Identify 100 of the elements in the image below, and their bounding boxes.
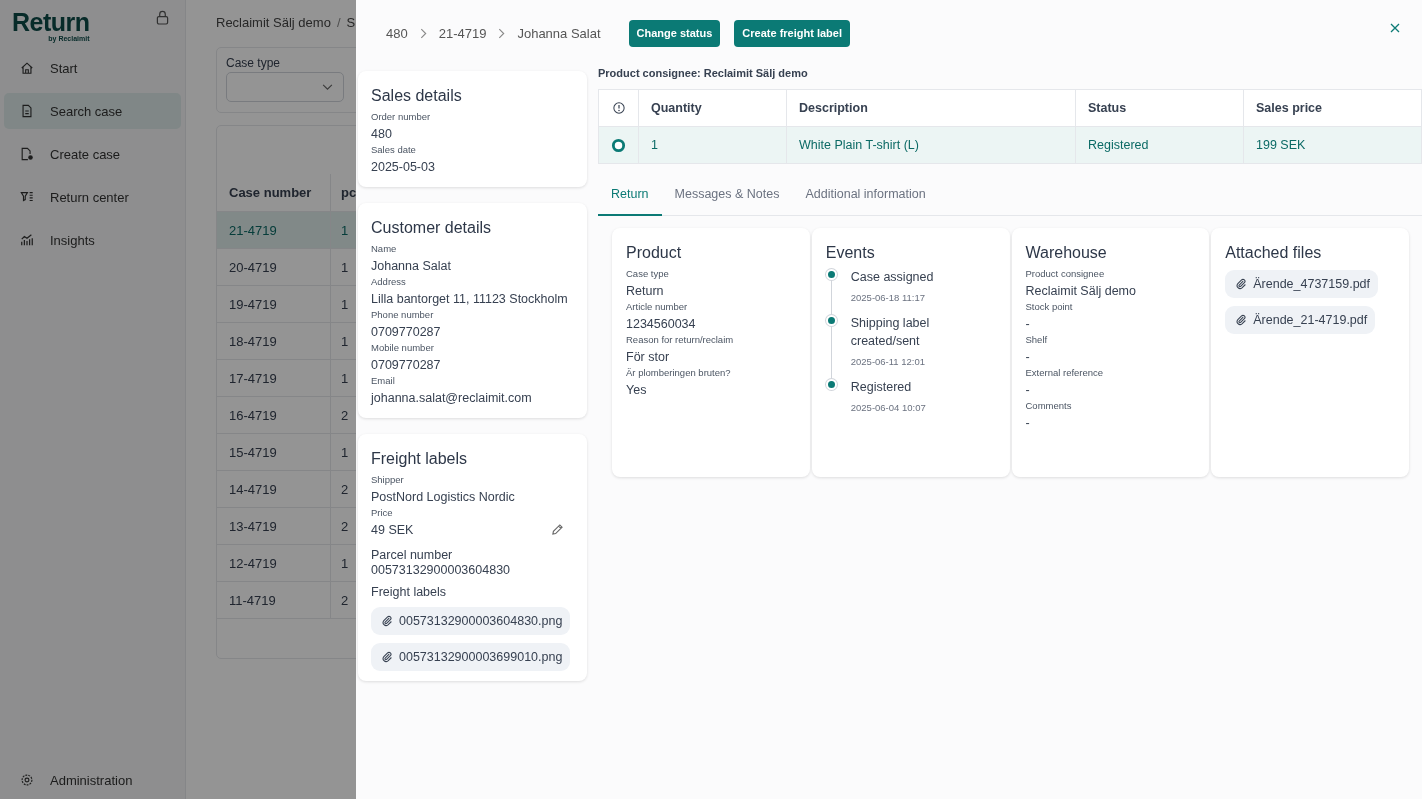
card-title: Product: [626, 244, 683, 262]
table-cell: 19-4719: [217, 286, 331, 322]
field-value: -: [1025, 350, 1031, 364]
table-cell: 17-4719: [217, 360, 331, 396]
field-value: För stor: [626, 350, 671, 364]
radio-button[interactable]: [611, 137, 626, 153]
file-chip[interactable]: 00573132900003604830.png: [371, 607, 571, 635]
event-title: Registered: [850, 379, 913, 396]
nav-item[interactable]: Insights: [4, 222, 181, 258]
field-label: Parcel number: [371, 548, 454, 562]
field-label: Comments: [1025, 400, 1073, 411]
table-cell-text: 2: [340, 517, 349, 536]
card-title: Sales details: [371, 87, 463, 105]
lock-icon[interactable]: [156, 10, 169, 25]
field-value: PostNord Logistics Nordic: [371, 490, 516, 504]
close-icon: [1390, 23, 1400, 33]
column-header: Description: [787, 90, 1076, 126]
info-icon: [612, 102, 625, 114]
breadcrumb-link[interactable]: 21-4719: [438, 25, 487, 41]
consignee-text: Product consignee: Reclaimit Sälj demo: [598, 67, 809, 79]
field-label: Product consignee: [1025, 268, 1106, 279]
field-label: Article number: [626, 301, 689, 312]
breadcrumb-link[interactable]: Johanna Salat: [517, 25, 601, 41]
table-cell-text: 1: [340, 332, 349, 351]
table-cell-text: 1: [340, 369, 349, 388]
settings-icon: [20, 773, 34, 787]
table-cell: 12-4719: [217, 545, 331, 581]
action-button[interactable]: Change status: [628, 19, 721, 47]
field-label: Sales date: [371, 144, 417, 155]
table-cell: 1: [639, 127, 787, 163]
event-time: 2025-06-11 12:01: [850, 356, 927, 367]
field-value: Yes: [626, 383, 648, 397]
nav-item[interactable]: Create case: [4, 136, 181, 172]
chart-icon: [20, 233, 34, 247]
paperclip-icon: [1235, 314, 1248, 326]
field-label: Name: [371, 243, 398, 254]
field-label: Shelf: [1025, 334, 1049, 345]
column-header: Case number: [217, 174, 331, 211]
field-value: johanna.salat@reclaimit.com: [371, 391, 533, 405]
card-title: Warehouse: [1025, 244, 1108, 262]
funnel-list-icon: [20, 190, 34, 204]
chevron-right-icon: [498, 27, 506, 39]
card-title: Events: [825, 244, 876, 262]
table-cell-text: 1: [340, 443, 349, 462]
table-cell-text: 1: [340, 258, 349, 277]
column-header: Sales price: [1255, 100, 1323, 117]
table-cell: Registered: [1076, 127, 1244, 163]
field-label: Phone number: [371, 309, 435, 320]
breadcrumb-link[interactable]: S: [346, 15, 356, 47]
file-chip[interactable]: 00573132900003699010.png: [371, 643, 571, 671]
paperclip-icon: [1235, 278, 1248, 290]
paperclip-icon: [381, 651, 393, 663]
field-value: -: [1025, 317, 1031, 331]
field-label: Case type: [226, 56, 282, 70]
table-cell-text: 1: [340, 295, 349, 314]
nav-item[interactable]: Administration: [4, 762, 181, 798]
breadcrumb-link[interactable]: Reclaimit Sälj demo: [216, 15, 331, 47]
file-chip[interactable]: Ärende_21-4719.pdf: [1225, 306, 1376, 334]
table-cell-text: 2: [340, 591, 349, 610]
tab[interactable]: Additional information: [792, 176, 939, 216]
table-cell: 21-4719: [217, 212, 331, 248]
tab[interactable]: Return: [598, 176, 662, 216]
table-row[interactable]: 1 White Plain T-shirt (L) Registered 199 SEK: [599, 127, 1421, 163]
breadcrumb-separator: /: [336, 15, 341, 32]
table-cell: 15-4719: [217, 434, 331, 470]
field-label: Reason for return/reclaim: [626, 334, 735, 345]
field-label: Address: [371, 276, 407, 287]
field-value: 480: [371, 127, 393, 141]
table-cell: White Plain T-shirt (L): [787, 127, 1076, 163]
timeline-dot: [825, 379, 837, 390]
field-value: 0709770287: [371, 325, 442, 339]
column-header: pc: [340, 184, 357, 202]
action-button[interactable]: Create freight label: [734, 19, 850, 47]
close-button[interactable]: [1388, 21, 1402, 35]
event-time: 2025-06-18 11:17: [850, 292, 927, 303]
paperclip-icon: [381, 615, 393, 627]
table-cell: 18-4719: [217, 323, 331, 359]
table-cell-text: 2: [340, 406, 349, 425]
field-label: Price: [371, 507, 394, 518]
breadcrumb-link[interactable]: 480: [386, 25, 408, 41]
field-label: Email: [371, 375, 396, 386]
table-row[interactable]: 21-4719 1: [217, 212, 357, 249]
table-cell: 20-4719: [217, 249, 331, 285]
event-title: Case assigned: [850, 269, 934, 286]
table-cell-text: 199 SEK: [1255, 137, 1307, 154]
nav-item[interactable]: Start: [4, 50, 181, 86]
edit-icon[interactable]: [551, 522, 564, 536]
nav-item[interactable]: Return center: [4, 179, 181, 215]
table-cell-text: 2: [340, 480, 349, 499]
nav-item[interactable]: Search case: [4, 93, 181, 129]
field-label: External reference: [1025, 367, 1105, 378]
tab[interactable]: Messages & Notes: [661, 176, 793, 216]
field-value: Return: [626, 284, 665, 298]
file-chip[interactable]: Ärende_4737159.pdf: [1225, 270, 1379, 298]
timeline-dot: [825, 269, 837, 280]
table-cell: 16-4719: [217, 397, 331, 433]
field-value: 1234560034: [626, 317, 697, 331]
column-header: Status: [1076, 90, 1244, 126]
field-value: 49 SEK: [371, 523, 414, 537]
table-cell: 13-4719: [217, 508, 331, 544]
